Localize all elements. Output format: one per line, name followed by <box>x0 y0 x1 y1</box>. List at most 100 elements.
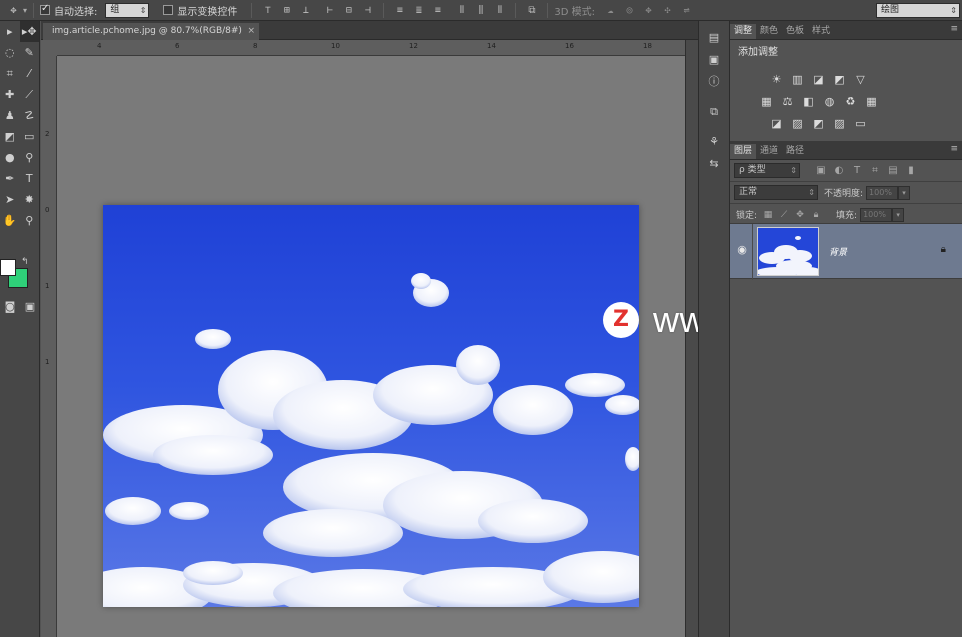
selective-color-icon[interactable]: ▭ <box>850 117 871 131</box>
align-bottom-icon[interactable]: ⊥ <box>299 4 312 17</box>
workspace-dropdown[interactable]: 绘图 <box>876 2 960 18</box>
quick-mask-icon[interactable]: ◙ <box>0 296 20 317</box>
show-transform-checkbox[interactable]: 显示变换控件 <box>163 0 237 21</box>
align-right-icon[interactable]: ⊣ <box>361 4 374 17</box>
chevron-down-icon[interactable]: ▾ <box>898 185 911 200</box>
filter-toggle-icon[interactable]: ▮ <box>902 165 920 176</box>
auto-align-button[interactable]: ⧉ <box>522 0 541 21</box>
tab-paths[interactable]: 路径 <box>782 144 808 159</box>
history-panel-icon[interactable]: ▤ <box>699 27 729 49</box>
eyedropper-tool-icon[interactable]: ⁄ <box>20 63 40 84</box>
threshold-icon[interactable]: ◩ <box>808 117 829 131</box>
zoom-tool-icon[interactable]: ⚲ <box>20 210 40 231</box>
channel-mixer-icon[interactable]: ♻ <box>840 95 861 109</box>
distribute-bottom-icon[interactable]: ≡ <box>431 4 444 17</box>
fill-field[interactable]: 100% <box>860 207 893 222</box>
quick-select-tool-icon[interactable]: ✎ <box>20 42 40 63</box>
brightness-icon[interactable]: ☀ <box>766 73 787 87</box>
align-vcenter-icon[interactable]: ⊞ <box>280 4 293 17</box>
orbit-3d-icon[interactable]: ☁ <box>604 4 617 17</box>
layer-row-background[interactable]: ◉ 背景 🔒︎ <box>730 223 962 280</box>
document-image[interactable] <box>103 205 639 607</box>
layer-thumbnail[interactable] <box>757 227 819 276</box>
close-icon[interactable]: × <box>247 23 255 40</box>
distribute-left-icon[interactable]: ⦀ <box>455 4 468 17</box>
document-tab[interactable]: img.article.pchome.jpg @ 80.7%(RGB/8#) × <box>43 23 259 40</box>
shape-tool-icon[interactable]: ✸ <box>20 189 40 210</box>
color-balance-icon[interactable]: ⚖ <box>777 95 798 109</box>
ruler-corner[interactable] <box>41 40 57 56</box>
lock-all-icon[interactable]: 🔒︎ <box>808 210 824 220</box>
align-hcenter-icon[interactable]: ⊟ <box>342 4 355 17</box>
color-lookup-icon[interactable]: ▦ <box>861 95 882 109</box>
tab-layers[interactable]: 图层 <box>730 144 757 159</box>
gradient-map-icon[interactable]: ▨ <box>829 117 850 131</box>
tab-color[interactable]: 颜色 <box>756 24 782 39</box>
align-top-icon[interactable]: ⊤ <box>261 4 274 17</box>
move-tool-icon[interactable]: ▸✥ <box>19 21 39 42</box>
eraser-tool-icon[interactable]: ◩ <box>0 126 20 147</box>
hand-tool-icon[interactable]: ✋ <box>0 210 20 231</box>
healing-brush-tool-icon[interactable]: ✚ <box>0 84 20 105</box>
tool-presets-panel-icon[interactable]: ⇆ <box>699 153 729 175</box>
drag-3d-icon[interactable]: ✥ <box>642 4 655 17</box>
info-panel-icon[interactable]: ⓘ <box>699 71 729 93</box>
foreground-color-swatch[interactable] <box>0 259 16 276</box>
slide-3d-icon[interactable]: ✣ <box>661 4 674 17</box>
filter-pixel-icon[interactable]: ▣ <box>812 165 830 176</box>
exposure-icon[interactable]: ◩ <box>829 73 850 87</box>
dodge-tool-icon[interactable]: ⚲ <box>20 147 40 168</box>
invert-icon[interactable]: ◪ <box>766 117 787 131</box>
panel-menu-icon[interactable]: ≡ <box>950 144 958 154</box>
levels-icon[interactable]: ▥ <box>787 73 808 87</box>
filter-adjustment-icon[interactable]: ◐ <box>830 165 848 176</box>
path-select-tool-icon[interactable]: ➤ <box>0 189 20 210</box>
blur-tool-icon[interactable]: ● <box>0 147 20 168</box>
ruler-horizontal[interactable]: 4 6 8 10 12 14 16 18 <box>57 40 697 56</box>
clone-stamp-tool-icon[interactable]: ♟ <box>0 105 20 126</box>
eye-icon[interactable]: ◉ <box>734 242 750 258</box>
panel-menu-icon[interactable]: ≡ <box>950 24 958 34</box>
distribute-right-icon[interactable]: ⦀ <box>493 4 506 17</box>
tab-adjustments[interactable]: 调整 <box>730 24 757 39</box>
distribute-vcenter-icon[interactable]: ≣ <box>412 4 425 17</box>
vibrance-icon[interactable]: ▽ <box>850 73 871 87</box>
pen-tool-icon[interactable]: ✒ <box>0 168 20 189</box>
layer-filter-dropdown[interactable]: ρ 类型 <box>734 163 800 178</box>
scale-3d-icon[interactable]: ⇌ <box>680 4 693 17</box>
distribute-top-icon[interactable]: ≡ <box>393 4 406 17</box>
opacity-field[interactable]: 100% <box>866 185 899 200</box>
lasso-tool-icon[interactable]: ◌ <box>0 42 20 63</box>
lock-transparent-icon[interactable]: ▦ <box>760 210 776 220</box>
lock-image-icon[interactable]: ⟋ <box>776 210 792 220</box>
distribute-hcenter-icon[interactable]: ⫼ <box>474 4 487 17</box>
auto-select-target-dropdown[interactable]: 组 <box>105 2 150 18</box>
posterize-icon[interactable]: ▨ <box>787 117 808 131</box>
layer-name[interactable]: 背景 <box>829 245 847 258</box>
auto-select-checkbox[interactable]: 自动选择: <box>40 0 97 21</box>
photo-filter-icon[interactable]: ◍ <box>819 95 840 109</box>
tab-swatches[interactable]: 色板 <box>782 24 808 39</box>
screen-mode-icon[interactable]: ▣ <box>20 296 40 317</box>
black-white-icon[interactable]: ◧ <box>798 95 819 109</box>
chevron-down-icon[interactable]: ▾ <box>892 207 905 222</box>
lock-position-icon[interactable]: ✥ <box>792 210 808 220</box>
character-panel-icon[interactable]: ⧉ <box>699 101 729 123</box>
align-left-icon[interactable]: ⊢ <box>323 4 336 17</box>
filter-shape-icon[interactable]: ⌗ <box>866 165 884 176</box>
collapse-icon[interactable]: ▸ <box>0 21 20 42</box>
gradient-tool-icon[interactable]: ▭ <box>20 126 40 147</box>
type-tool-icon[interactable]: T <box>20 168 40 189</box>
roll-3d-icon[interactable]: ◎ <box>623 4 636 17</box>
canvas-area[interactable] <box>57 56 685 637</box>
navigator-panel-icon[interactable]: ▣ <box>699 49 729 71</box>
lock-icon[interactable]: 🔒︎ <box>941 244 946 255</box>
swap-colors-icon[interactable]: ↰ <box>21 257 29 267</box>
crop-tool-icon[interactable]: ⌗ <box>0 63 20 84</box>
brush-panel-icon[interactable]: ⚘ <box>699 131 729 153</box>
history-brush-tool-icon[interactable]: ☡ <box>20 105 40 126</box>
ruler-vertical[interactable]: 2 0 1 1 <box>41 56 57 637</box>
filter-smart-object-icon[interactable]: ▤ <box>884 165 902 176</box>
filter-type-icon[interactable]: T <box>848 165 866 176</box>
tab-styles[interactable]: 样式 <box>808 24 834 39</box>
